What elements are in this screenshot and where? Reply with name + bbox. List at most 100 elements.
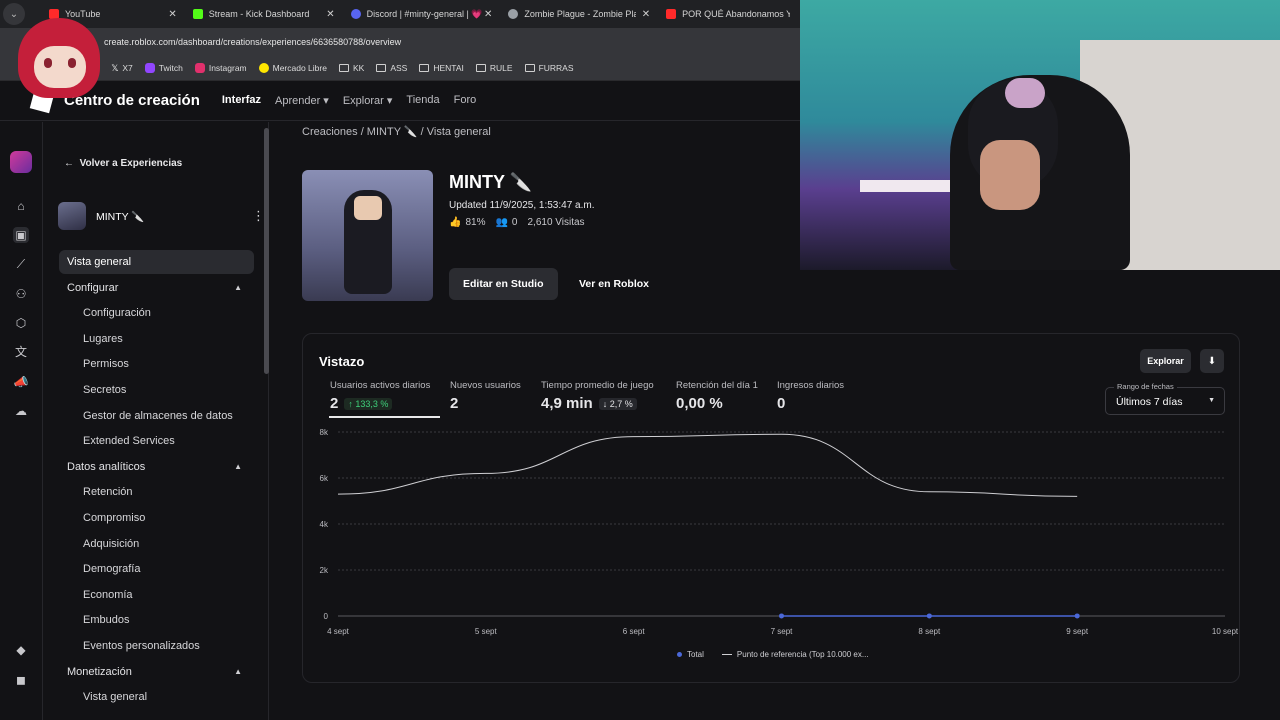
- thumbs-up-icon: 👍: [449, 217, 462, 228]
- browser-tab-yahoo-video[interactable]: POR QUÉ Abandonamos Yahoo: [658, 0, 800, 28]
- nav-tienda[interactable]: Tienda: [406, 94, 439, 107]
- mercadolibre-icon: [258, 63, 269, 73]
- browser-tab-zombie[interactable]: Zombie Plague - Zombie Plague ✕: [500, 0, 658, 28]
- y-tick-label: 6k: [320, 474, 329, 483]
- metric-daily-active-users[interactable]: Usuarios activos diarios 2 ↑ 133,3 %: [329, 380, 440, 418]
- marketplace-icon[interactable]: ⬡: [13, 315, 29, 331]
- close-tab-icon[interactable]: ✕: [168, 9, 176, 20]
- sidebar-item[interactable]: Lugares: [75, 327, 255, 351]
- edit-in-studio-button[interactable]: Editar en Studio: [449, 268, 558, 300]
- nav-aprender[interactable]: Aprender ▾: [275, 94, 329, 107]
- sidebar-item[interactable]: Embudos: [75, 608, 255, 632]
- change-badge: ↓ 2,7 %: [598, 397, 637, 410]
- bookmark-x[interactable]: 𝕏 X7: [111, 63, 132, 74]
- bookmark-folder-kk[interactable]: KK: [338, 63, 364, 73]
- date-range-select[interactable]: Rango de fechas Últimos 7 días ▼: [1105, 382, 1225, 415]
- analytics-icon[interactable]: ⟋: [13, 256, 29, 272]
- overview-card: Vistazo Explorar ⬇ Usuarios activos diar…: [302, 333, 1240, 683]
- bookmark-instagram[interactable]: Instagram: [194, 63, 247, 73]
- url-text[interactable]: create.roblox.com/dashboard/creations/ex…: [104, 37, 401, 47]
- folder-icon: [376, 64, 387, 72]
- sidebar-item[interactable]: Datos analíticos ▲: [59, 455, 254, 479]
- sidebar-item[interactable]: Economía: [75, 583, 255, 607]
- nav-foro[interactable]: Foro: [454, 94, 477, 107]
- y-tick-label: 8k: [320, 428, 329, 437]
- cloud-icon[interactable]: ☁: [13, 403, 29, 419]
- download-icon[interactable]: ⬇: [1200, 349, 1224, 373]
- roblox-icon[interactable]: ◼: [13, 672, 29, 688]
- back-to-experiences-link[interactable]: ← Volver a Experiencias: [64, 158, 182, 169]
- total-series-point: [1074, 613, 1080, 619]
- group-avatar[interactable]: [10, 151, 32, 173]
- bookmark-folder-rule[interactable]: RULE: [475, 63, 513, 73]
- metric-new-users[interactable]: Nuevos usuarios 2: [450, 380, 521, 412]
- y-tick-label: 0: [324, 612, 329, 621]
- view-on-roblox-button[interactable]: Ver en Roblox: [565, 268, 663, 300]
- dropdown-caret-icon: ▼: [1208, 397, 1215, 404]
- x-icon: 𝕏: [111, 62, 119, 73]
- experience-name: MINTY 🔪: [96, 210, 145, 223]
- metric-daily-revenue[interactable]: Ingresos diarios 0: [777, 380, 844, 412]
- chevron-up-icon: ▲: [234, 667, 242, 677]
- sidebar-item[interactable]: Retención: [75, 480, 255, 504]
- close-tab-icon[interactable]: ✕: [326, 9, 334, 20]
- sidebar-item[interactable]: Monetización ▲: [59, 660, 254, 684]
- translate-icon[interactable]: 文: [13, 344, 29, 360]
- experience-thumbnail-large: [302, 170, 433, 301]
- breadcrumb[interactable]: Creaciones / MINTY 🔪 / Vista general: [302, 125, 491, 138]
- x-tick-label: 10 sept: [1212, 627, 1239, 636]
- sidebar-item[interactable]: Adquisición: [75, 532, 255, 556]
- browser-tabbar: ⌄ YouTube ✕ Stream - Kick Dashboard ✕ Di…: [0, 0, 800, 28]
- sidebar-item[interactable]: Gestor de almacenes de datos: [75, 404, 255, 428]
- nav-interfaz[interactable]: Interfaz: [222, 94, 261, 107]
- metric-day1-retention[interactable]: Retención del día 1 0,00 %: [676, 380, 758, 412]
- sidebar-item[interactable]: Compromiso: [75, 506, 255, 530]
- bookmark-folder-hentai[interactable]: HENTAI: [419, 63, 464, 73]
- explore-button[interactable]: Explorar: [1140, 349, 1191, 373]
- bookmark-mercadolibre[interactable]: Mercado Libre: [258, 63, 327, 73]
- folder-icon: [524, 64, 535, 72]
- sidebar-item[interactable]: Eventos personalizados: [75, 634, 255, 658]
- studio-icon[interactable]: ◆: [13, 642, 29, 658]
- people-icon[interactable]: ⚇: [13, 286, 29, 302]
- bookmark-folder-ass[interactable]: ASS: [376, 63, 407, 73]
- left-rail: ⌂ ▣ ⟋ ⚇ ⬡ 文 📣 ☁ ◆ ◼: [0, 122, 43, 720]
- browser-tab-kick[interactable]: Stream - Kick Dashboard ✕: [185, 0, 343, 28]
- ads-icon[interactable]: 📣: [13, 374, 29, 390]
- avatar-face: [354, 196, 382, 220]
- sticker-face: [34, 46, 86, 88]
- header-nav: Interfaz Aprender ▾ Explorar ▾ Tienda Fo…: [222, 94, 476, 107]
- home-icon[interactable]: ⌂: [13, 198, 29, 214]
- experience-selector[interactable]: MINTY 🔪 ⋮: [58, 202, 265, 230]
- sticker-eye: [44, 58, 52, 68]
- bookmark-twitch[interactable]: Twitch: [144, 63, 183, 73]
- folder-icon: [338, 64, 349, 72]
- sidebar-item[interactable]: Configurar ▲: [59, 276, 254, 300]
- metric-avg-playtime[interactable]: Tiempo promedio de juego 4,9 min ↓ 2,7 %: [541, 380, 654, 412]
- address-bar[interactable]: create.roblox.com/dashboard/creations/ex…: [0, 28, 800, 56]
- sidebar-item[interactable]: Configuración: [75, 301, 255, 325]
- close-tab-icon[interactable]: ✕: [642, 9, 650, 20]
- change-badge: ↑ 133,3 %: [344, 397, 393, 410]
- sidebar-item[interactable]: Secretos: [75, 378, 255, 402]
- y-tick-label: 4k: [320, 520, 329, 529]
- sidenav-scrollbar[interactable]: [264, 128, 269, 374]
- like-ratio: 81%: [465, 217, 486, 228]
- cat-ear-headset: [1005, 78, 1045, 108]
- close-tab-icon[interactable]: ✕: [484, 9, 492, 20]
- instagram-icon: [194, 63, 205, 73]
- x-tick-label: 7 sept: [771, 627, 794, 636]
- sidebar-item[interactable]: Vista general: [75, 685, 255, 709]
- sidebar-item[interactable]: Vista general: [59, 250, 254, 274]
- sidebar-item[interactable]: Demografía: [75, 557, 255, 581]
- legend-total[interactable]: Total: [677, 650, 704, 659]
- sidebar-item[interactable]: Extended Services: [75, 429, 255, 453]
- bookmark-folder-furras[interactable]: FURRAS: [524, 63, 574, 73]
- chart-legend: Total Punto de referencia (Top 10.000 ex…: [677, 650, 869, 659]
- nav-explorar[interactable]: Explorar ▾: [343, 94, 393, 107]
- webcam-overlay: [800, 0, 1280, 270]
- sidebar-item[interactable]: Permisos: [75, 352, 255, 376]
- legend-benchmark[interactable]: Punto de referencia (Top 10.000 ex...: [721, 650, 869, 659]
- browser-tab-discord[interactable]: Discord | #minty-general | 💗 I ✕: [343, 0, 501, 28]
- creations-icon[interactable]: ▣: [13, 227, 29, 243]
